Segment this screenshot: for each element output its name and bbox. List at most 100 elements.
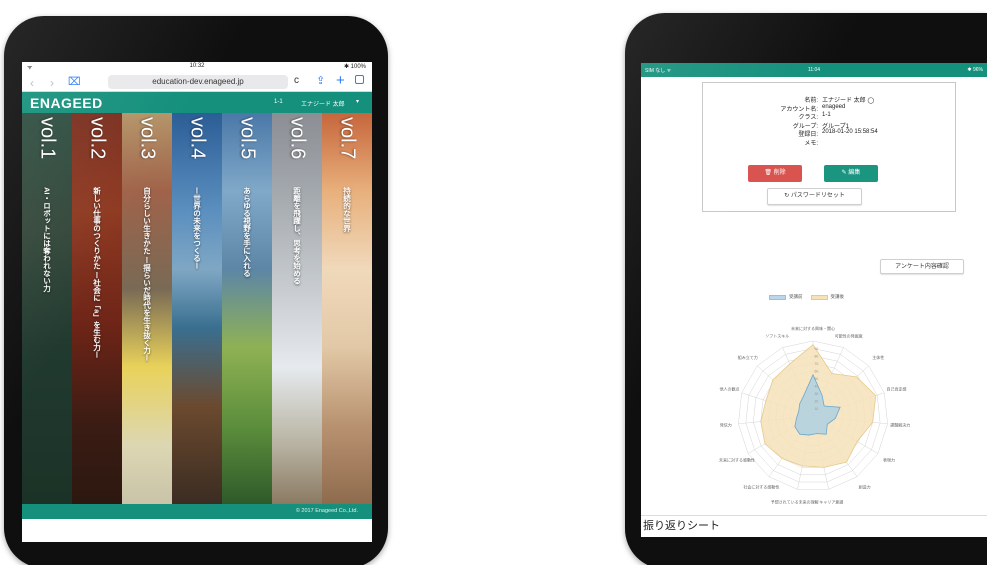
- edit-button[interactable]: ✎ 編集: [824, 165, 878, 182]
- radar-tick: 30: [815, 392, 819, 396]
- radar-tick: 70: [815, 362, 819, 366]
- profile-row: 名前: エナジード 太郎 ◯: [703, 95, 957, 104]
- radar-axis-label: 組み立て力: [738, 354, 758, 360]
- volume-4-card[interactable]: vol.4 ー世界の未来をつくるー: [172, 113, 222, 504]
- forward-icon[interactable]: ›: [50, 76, 54, 90]
- profile-value: 1-1: [822, 112, 831, 118]
- profile-info: 名前: エナジード 太郎 ◯ アカウント名: enageed クラス: 1-1 グループ: グ…: [703, 95, 957, 147]
- radar-axis-label: 創造力: [859, 483, 871, 489]
- blank-area: [22, 519, 372, 542]
- volume-subtitle: 持続的な世界: [342, 187, 352, 232]
- profile-value: 2018-01-20 15:58:54: [822, 129, 878, 135]
- volume-subtitle: 距離を飛躍し、思考を始める: [292, 187, 302, 285]
- left-screen: ᯤ 10:32 ✱ 100% ‹ › ⌧ education-dev.enage…: [22, 62, 372, 542]
- radar-tick: 10: [815, 407, 819, 411]
- profile-key: 名前:: [804, 98, 818, 104]
- radar-tick: 50: [815, 377, 819, 381]
- radar-axis-label: 主体性: [872, 354, 884, 360]
- profile-key: アカウント名:: [780, 106, 818, 113]
- showcase: ᯤ 10:32 ✱ 100% ‹ › ⌧ education-dev.enage…: [0, 0, 987, 565]
- volume-7-card[interactable]: vol.7 持続的な世界: [322, 113, 372, 504]
- volume-title: vol.5: [236, 117, 259, 160]
- right-screen: SIM なし ᯤ 11:04 ✱ 96% 名前: エナジード 太郎 ◯ アカウント名…: [641, 63, 987, 537]
- volume-title: vol.6: [286, 117, 309, 160]
- left-tablet: ᯤ 10:32 ✱ 100% ‹ › ⌧ education-dev.enage…: [4, 16, 388, 565]
- volume-subtitle: あらゆる視野を手に入れる: [242, 187, 252, 277]
- status-bar: ᯤ 10:32 ✱ 100%: [22, 62, 372, 72]
- volume-title: vol.2: [86, 117, 109, 160]
- user-menu[interactable]: エナジード 太郎: [301, 99, 345, 108]
- site-logo[interactable]: ENAGEED: [30, 95, 103, 111]
- legend-swatch-before: [769, 294, 786, 300]
- site-footer: © 2017 Enageed Co.,Ltd.: [22, 504, 372, 519]
- profile-value: グループ1: [822, 123, 849, 130]
- chart-legend: 受講前 受講後: [769, 294, 844, 300]
- volume-subtitle: ー世界の未来をつくるー: [192, 187, 202, 270]
- radar-axis-label: 社会に対する感動性: [743, 483, 779, 489]
- radar-axis-label: 発信力: [720, 422, 732, 428]
- volume-subtitle: 自分らしい生きかた ー揺らいだ時代を生き抜く力ー: [142, 187, 152, 362]
- profile-row: メモ:: [703, 138, 957, 147]
- radar-axis-label: 未来に対する興味・関心: [791, 325, 835, 331]
- profile-row: グループ: グループ1: [703, 121, 957, 130]
- delete-button[interactable]: 🗑 削除: [748, 165, 802, 182]
- radar-tick: 60: [815, 370, 819, 374]
- battery-status: ✱ 96%: [967, 67, 983, 73]
- radar-chart: 90 80 70 60 50 40 30 20 10 未来に対する興味・関心可能性の発掘度主体性自…: [719, 325, 910, 505]
- status-bar: SIM なし ᯤ 11:04 ✱ 96%: [641, 63, 987, 77]
- profile-row: クラス: 1-1: [703, 112, 957, 121]
- radar-axis-label: 表現力: [883, 456, 895, 462]
- legend-label-before: 受講前: [789, 294, 803, 299]
- volume-6-card[interactable]: vol.6 距離を飛躍し、思考を始める: [272, 113, 322, 504]
- battery-status: ✱ 100%: [343, 64, 366, 70]
- profile-value: エナジード 太郎 ◯: [822, 98, 875, 104]
- radar-axis-label: キャリア意識: [819, 498, 843, 504]
- right-tablet: SIM なし ᯤ 11:04 ✱ 96% 名前: エナジード 太郎 ◯ アカウント名…: [625, 13, 987, 565]
- profile-value: enageed: [822, 103, 846, 110]
- radar-axis-label: 自己肯定感: [886, 385, 906, 391]
- radar-axis-label: 予想されている未来の理解: [771, 498, 819, 504]
- reload-icon[interactable]: c: [294, 75, 299, 86]
- profile-key: クラス:: [798, 115, 818, 121]
- new-tab-icon[interactable]: +: [336, 72, 345, 89]
- volume-title: vol.1: [36, 117, 59, 160]
- radar-tick: 40: [815, 385, 819, 389]
- volume-3-card[interactable]: vol.3 自分らしい生きかた ー揺らいだ時代を生き抜く力ー: [122, 113, 172, 504]
- volume-strips: vol.1 AI・ロボットには奪われない力 vol.2 新しい仕事のつくりかた …: [22, 113, 372, 504]
- chevron-down-icon[interactable]: ▾: [356, 98, 359, 105]
- profile-value: [822, 138, 957, 147]
- survey-confirm-button[interactable]: アンケート内容確認: [880, 259, 964, 274]
- password-reset-button[interactable]: ↻ パスワードリセット: [767, 188, 862, 205]
- back-icon[interactable]: ‹: [30, 76, 34, 90]
- volume-title: vol.3: [136, 117, 159, 160]
- tabs-icon[interactable]: [355, 75, 364, 84]
- status-time: 11:04: [807, 67, 821, 73]
- volume-2-card[interactable]: vol.2 新しい仕事のつくりかた ー社会に「a」を生む力ー: [72, 113, 122, 504]
- profile-row: 登録日: 2018-01-20 15:58:54: [703, 129, 957, 138]
- profile-key: グループ:: [792, 123, 818, 130]
- legend-swatch-after: [810, 294, 828, 300]
- profile-card: 名前: エナジード 太郎 ◯ アカウント名: enageed クラス: 1-1 グループ: グ…: [702, 82, 956, 212]
- url-bar[interactable]: education-dev.enageed.jp: [108, 75, 288, 89]
- radar-tick: 90: [815, 347, 819, 351]
- radar-axis-label: 課題解決力: [890, 422, 910, 428]
- profile-key: メモ:: [804, 140, 818, 147]
- radar-axis-label: 他人の観点: [720, 385, 740, 391]
- volume-subtitle: AI・ロボットには奪われない力: [42, 187, 52, 292]
- profile-key: 登録日:: [798, 132, 818, 138]
- sheet-title: 振り返りシート: [641, 515, 987, 537]
- volume-1-card[interactable]: vol.1 AI・ロボットには奪われない力: [22, 113, 72, 504]
- volume-title: vol.4: [186, 117, 209, 160]
- radar-axis-label: ソフトスキル: [765, 333, 789, 338]
- safari-toolbar: ‹ › ⌧ education-dev.enageed.jp c ⇪ +: [22, 72, 372, 92]
- radar-tick: 20: [815, 400, 819, 404]
- volume-title: vol.7: [336, 117, 359, 160]
- radar-axis-label: 可能性の発掘度: [835, 332, 863, 338]
- status-time: 10:32: [189, 63, 205, 69]
- bookmarks-icon[interactable]: ⌧: [68, 75, 81, 88]
- radar-axis-label: 未来に対する感動性: [719, 456, 755, 462]
- volume-5-card[interactable]: vol.5 あらゆる視野を手に入れる: [222, 113, 272, 504]
- share-icon[interactable]: ⇪: [316, 74, 325, 87]
- profile-row: アカウント名: enageed: [703, 104, 957, 113]
- radar-tick: 80: [815, 355, 819, 359]
